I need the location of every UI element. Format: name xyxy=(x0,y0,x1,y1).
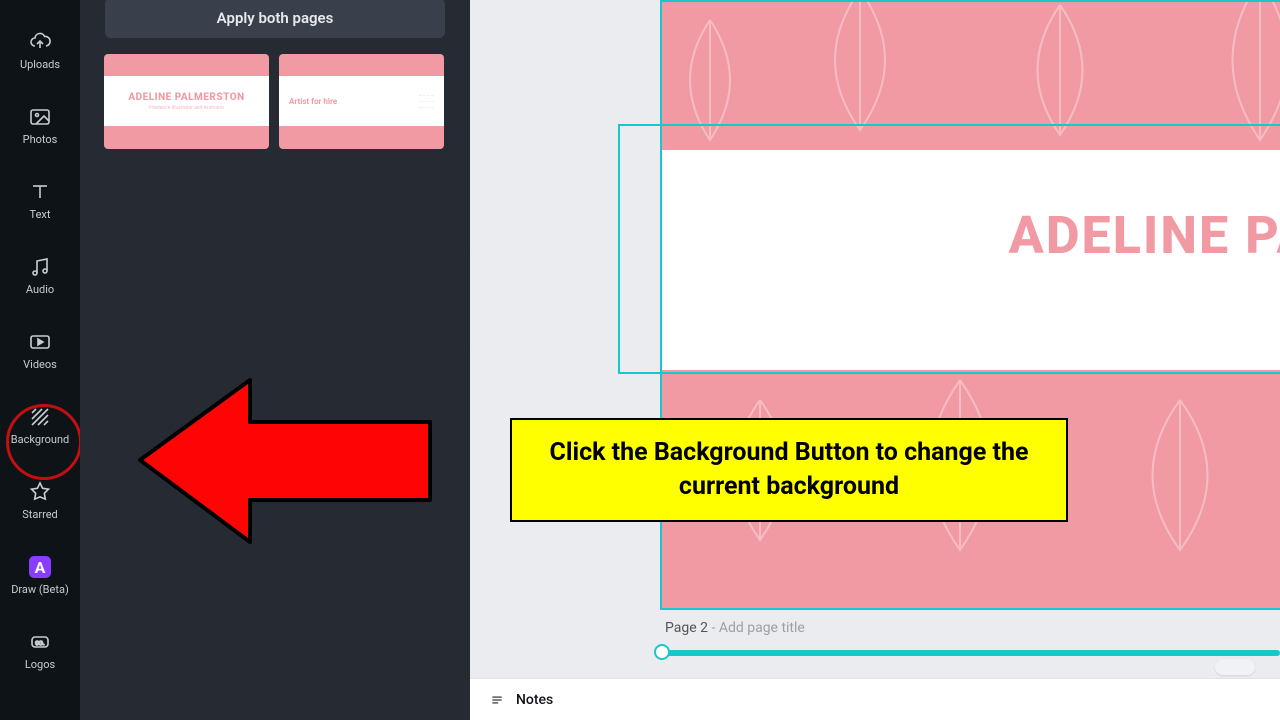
sidebar-item-logos[interactable]: co. Logos xyxy=(0,620,80,685)
page-number: Page 2 xyxy=(665,620,708,636)
sidebar-item-photos[interactable]: Photos xyxy=(0,95,80,160)
sidebar-item-label: Background xyxy=(11,433,69,446)
template-thumb-back[interactable]: Artist for hire — — — — — — — — — — — — xyxy=(279,54,444,149)
side-panel: Apply both pages ADELINE PALMERSTON Free… xyxy=(80,0,470,720)
sidebar-item-text[interactable]: Text xyxy=(0,170,80,235)
sidebar-item-audio[interactable]: Audio xyxy=(0,245,80,310)
sidebar-item-label: Videos xyxy=(23,358,57,371)
sidebar-item-label: Text xyxy=(30,208,51,221)
svg-text:co.: co. xyxy=(35,639,45,647)
annotation-callout: Click the Background Button to change th… xyxy=(510,418,1068,522)
sidebar-item-background[interactable]: Background xyxy=(0,395,80,460)
page-label[interactable]: Page 2 - Add page title xyxy=(665,620,805,636)
cloud-upload-icon xyxy=(28,30,52,54)
callout-text: Click the Background Button to change th… xyxy=(532,436,1046,504)
sidebar-item-draw-beta[interactable]: A Draw (Beta) xyxy=(0,545,80,610)
bottom-bar: Notes xyxy=(470,678,1280,720)
image-icon xyxy=(28,105,52,129)
sidebar-item-videos[interactable]: Videos xyxy=(0,320,80,385)
sidebar-item-label: Uploads xyxy=(20,58,60,71)
sidebar-item-label: Logos xyxy=(25,658,55,671)
template-thumbnails: ADELINE PALMERSTON Freelance Illustrator… xyxy=(80,38,470,149)
draw-app-icon: A xyxy=(28,555,52,579)
template-thumb-front[interactable]: ADELINE PALMERSTON Freelance Illustrator… xyxy=(104,54,269,149)
video-icon xyxy=(28,330,52,354)
timeline-handle[interactable] xyxy=(654,644,670,660)
sidebar-item-label: Draw (Beta) xyxy=(11,583,69,596)
sidebar-item-starred[interactable]: Starred xyxy=(0,470,80,535)
sidebar-item-label: Audio xyxy=(26,283,54,296)
timeline-track[interactable] xyxy=(660,650,1280,656)
background-hatch-icon xyxy=(28,405,52,429)
star-icon xyxy=(28,480,52,504)
text-icon xyxy=(28,180,52,204)
music-note-icon xyxy=(28,255,52,279)
sidebar: Uploads Photos Text Audio Videos Backgro… xyxy=(0,0,80,720)
thumb-title: ADELINE PALMERSTON xyxy=(128,92,244,103)
canvas-area[interactable]: ADELINE PALM Freelance Illustrator and A… xyxy=(470,0,1280,720)
apply-both-pages-button[interactable]: Apply both pages xyxy=(105,0,445,38)
floating-pill-control[interactable] xyxy=(1215,659,1255,675)
thumb-sub: Freelance Illustrator and Animator xyxy=(149,105,224,111)
page-title-hint: - Add page title xyxy=(708,620,805,636)
sidebar-item-uploads[interactable]: Uploads xyxy=(0,20,80,85)
sidebar-item-label: Starred xyxy=(22,508,58,521)
logos-icon: co. xyxy=(28,630,52,654)
notes-button[interactable]: Notes xyxy=(516,692,553,708)
sidebar-item-label: Photos xyxy=(23,133,58,146)
thumb-title: Artist for hire xyxy=(289,97,337,106)
notes-icon[interactable] xyxy=(488,693,506,707)
